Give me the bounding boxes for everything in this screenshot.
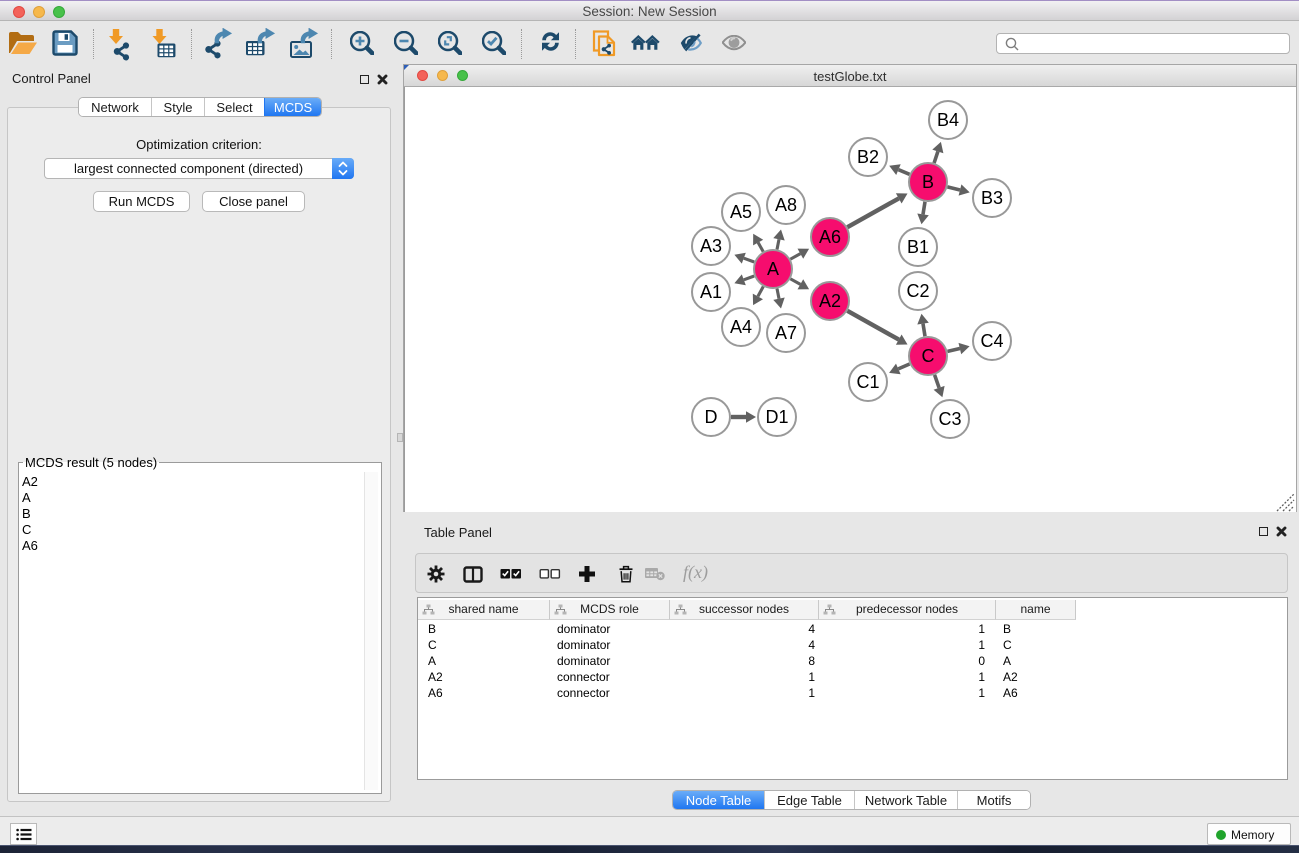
svg-text:A2: A2 bbox=[819, 291, 841, 311]
svg-text:A: A bbox=[767, 259, 779, 279]
svg-text:A6: A6 bbox=[819, 227, 841, 247]
svg-text:C2: C2 bbox=[906, 281, 929, 301]
svg-text:D1: D1 bbox=[765, 407, 788, 427]
svg-text:B1: B1 bbox=[907, 237, 929, 257]
svg-text:A7: A7 bbox=[775, 323, 797, 343]
svg-text:A4: A4 bbox=[730, 317, 752, 337]
svg-text:A1: A1 bbox=[700, 282, 722, 302]
svg-text:A5: A5 bbox=[730, 202, 752, 222]
svg-text:A3: A3 bbox=[700, 236, 722, 256]
svg-text:B: B bbox=[922, 172, 934, 192]
svg-text:B3: B3 bbox=[981, 188, 1003, 208]
svg-text:C1: C1 bbox=[856, 372, 879, 392]
svg-text:C: C bbox=[922, 346, 935, 366]
svg-text:C4: C4 bbox=[980, 331, 1003, 351]
svg-text:B4: B4 bbox=[937, 110, 959, 130]
svg-text:C3: C3 bbox=[938, 409, 961, 429]
svg-text:A8: A8 bbox=[775, 195, 797, 215]
svg-text:D: D bbox=[705, 407, 718, 427]
svg-text:B2: B2 bbox=[857, 147, 879, 167]
